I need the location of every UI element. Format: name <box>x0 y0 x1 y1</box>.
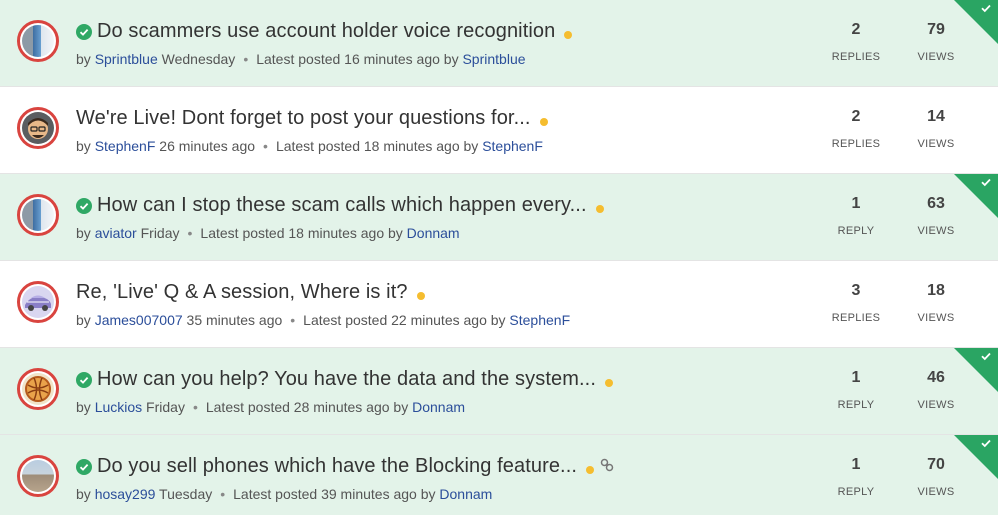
posted-time: Friday <box>140 225 180 241</box>
thread-title[interactable]: Do you sell phones which have the Blocki… <box>97 455 577 478</box>
solved-check-icon <box>76 23 92 40</box>
latest-user-link[interactable]: Donnam <box>439 486 492 502</box>
new-dot-icon <box>564 30 573 39</box>
replies-count: 3 <box>851 282 861 299</box>
views-count: 18 <box>927 282 945 299</box>
views-label: VIEWS <box>917 399 955 411</box>
replies-label: REPLY <box>837 399 875 411</box>
author-link[interactable]: hosay299 <box>95 486 156 502</box>
posted-time: Tuesday <box>159 486 213 502</box>
corner-check-icon <box>981 439 991 448</box>
latest-label: Latest posted 18 minutes ago by <box>200 225 403 241</box>
thread-meta: by aviator Friday • Latest posted 18 minut… <box>76 225 460 241</box>
replies-label: REPLIES <box>831 312 881 324</box>
new-dot-icon <box>595 204 604 213</box>
thread-title[interactable]: Re, 'Live' Q & A session, Where is it? <box>76 281 408 304</box>
latest-label: Latest posted 22 minutes ago by <box>303 312 506 328</box>
thread-meta: by James007007 35 minutes ago • Latest pos… <box>76 312 571 328</box>
views-label: VIEWS <box>917 225 955 237</box>
avatar[interactable] <box>17 455 59 497</box>
thread-row[interactable]: Do scammers use account holder voice rec… <box>0 0 998 87</box>
latest-label: Latest posted 18 minutes ago by <box>275 138 479 154</box>
avatar[interactable] <box>17 107 59 149</box>
author-link[interactable]: Sprintblue <box>95 51 158 67</box>
by-label: by <box>76 138 91 154</box>
corner-check-icon <box>981 178 991 187</box>
replies-label: REPLY <box>837 225 875 237</box>
solved-check-icon <box>76 371 92 388</box>
replies-count: 2 <box>851 108 861 125</box>
car-avatar-icon <box>25 295 51 311</box>
posted-time: Wednesday <box>161 51 236 67</box>
thread-title[interactable]: How can I stop these scam calls which ha… <box>97 194 587 217</box>
thread-meta: by hosay299 Tuesday • Latest posted 39 min… <box>76 486 493 502</box>
thread-list: Do scammers use account holder voice rec… <box>0 0 998 515</box>
by-label: by <box>76 225 91 241</box>
latest-user-link[interactable]: Donnam <box>412 399 465 415</box>
by-label: by <box>76 312 91 328</box>
latest-user-link[interactable]: StephenF <box>509 312 570 328</box>
thread-row[interactable]: How can you help? You have the data and … <box>0 348 998 435</box>
solved-check-icon <box>76 458 92 475</box>
new-dot-icon <box>604 378 613 387</box>
views-label: VIEWS <box>917 486 955 498</box>
posted-time: 26 minutes ago <box>159 138 256 154</box>
replies-count: 1 <box>851 369 861 386</box>
avatar[interactable] <box>17 281 59 323</box>
thread-title[interactable]: We're Live! Dont forget to post your que… <box>76 107 531 130</box>
replies-count: 2 <box>851 21 861 38</box>
posted-time: 35 minutes ago <box>186 312 283 328</box>
ball-avatar-icon <box>25 376 51 402</box>
thread-title[interactable]: Do scammers use account holder voice rec… <box>97 20 555 43</box>
new-dot-icon <box>586 465 595 474</box>
author-link[interactable]: Luckios <box>95 399 142 415</box>
replies-count: 1 <box>851 195 861 212</box>
latest-user-link[interactable]: StephenF <box>482 138 543 154</box>
latest-label: Latest posted 39 minutes ago by <box>233 486 436 502</box>
solved-check-icon <box>76 197 92 214</box>
corner-check-icon <box>981 352 991 361</box>
posted-time: Friday <box>146 399 185 415</box>
thread-row[interactable]: Do you sell phones which have the Blocki… <box>0 435 998 515</box>
by-label: by <box>76 51 91 67</box>
avatar[interactable] <box>17 20 59 62</box>
replies-label: REPLIES <box>831 138 881 150</box>
thread-meta: by Sprintblue Wednesday • Latest posted 16… <box>76 51 526 67</box>
link-icon <box>600 458 614 477</box>
thread-row[interactable]: Re, 'Live' Q & A session, Where is it? b… <box>0 261 998 348</box>
views-label: VIEWS <box>917 138 955 150</box>
thread-meta: by StephenF 26 minutes ago • Latest posted… <box>76 138 543 154</box>
thread-row[interactable]: We're Live! Dont forget to post your que… <box>0 87 998 174</box>
replies-count: 1 <box>851 456 861 473</box>
avatar[interactable] <box>17 194 59 236</box>
thread-title[interactable]: How can you help? You have the data and … <box>97 368 596 391</box>
author-link[interactable]: StephenF <box>95 138 156 154</box>
views-label: VIEWS <box>917 51 955 63</box>
views-count: 14 <box>927 108 945 125</box>
author-link[interactable]: James007007 <box>95 312 183 328</box>
replies-label: REPLIES <box>831 51 881 63</box>
new-dot-icon <box>539 117 548 126</box>
avatar[interactable] <box>17 368 59 410</box>
by-label: by <box>76 486 91 502</box>
author-link[interactable]: aviator <box>95 225 137 241</box>
latest-label: Latest posted 16 minutes ago by <box>256 51 459 67</box>
views-label: VIEWS <box>917 312 955 324</box>
thread-row[interactable]: How can I stop these scam calls which ha… <box>0 174 998 261</box>
latest-label: Latest posted 28 minutes ago by <box>205 399 409 415</box>
latest-user-link[interactable]: Donnam <box>407 225 460 241</box>
latest-user-link[interactable]: Sprintblue <box>462 51 525 67</box>
by-label: by <box>76 399 91 415</box>
new-dot-icon <box>416 291 425 300</box>
corner-check-icon <box>981 4 991 13</box>
person-avatar-icon <box>28 118 48 139</box>
thread-meta: by Luckios Friday • Latest posted 28 minut… <box>76 399 466 415</box>
replies-label: REPLY <box>837 486 875 498</box>
